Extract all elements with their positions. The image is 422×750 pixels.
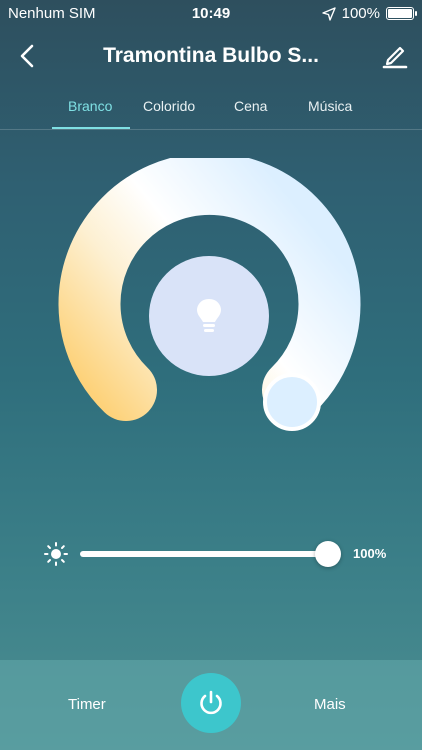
tab-branco[interactable]: Branco bbox=[68, 98, 112, 114]
power-icon bbox=[200, 690, 222, 715]
bulb-indicator bbox=[149, 256, 269, 376]
page-title: Tramontina Bulbo S... bbox=[103, 44, 319, 67]
battery-percent: 100% bbox=[341, 5, 380, 22]
lightbulb-icon bbox=[197, 299, 221, 332]
tab-colorido[interactable]: Colorido bbox=[143, 98, 195, 114]
battery-full-icon bbox=[386, 7, 417, 20]
brightness-value: 100% bbox=[353, 546, 387, 561]
brightness-slider-track[interactable] bbox=[80, 551, 328, 557]
location-arrow-icon bbox=[321, 6, 336, 21]
power-button[interactable] bbox=[181, 673, 241, 733]
mode-tabs: Branco Colorido Cena Música bbox=[0, 92, 422, 130]
tab-indicator bbox=[52, 127, 130, 129]
edit-button[interactable] bbox=[380, 40, 410, 70]
brightness-control: 100% bbox=[44, 540, 404, 568]
pencil-icon bbox=[382, 46, 408, 69]
nav-bar: Tramontina Bulbo S... bbox=[0, 30, 422, 82]
timer-button[interactable]: Timer bbox=[68, 696, 106, 713]
tab-musica[interactable]: Música bbox=[308, 98, 352, 114]
brightness-slider-thumb[interactable] bbox=[315, 541, 341, 567]
sun-icon bbox=[44, 542, 68, 566]
bottom-bar: Timer Mais bbox=[0, 660, 422, 750]
tab-cena[interactable]: Cena bbox=[234, 98, 267, 114]
temperature-handle[interactable] bbox=[263, 373, 321, 431]
status-right: 100% bbox=[321, 5, 417, 22]
more-button[interactable]: Mais bbox=[314, 696, 346, 713]
status-bar: Nenhum SIM 10:49 100% bbox=[0, 0, 422, 28]
